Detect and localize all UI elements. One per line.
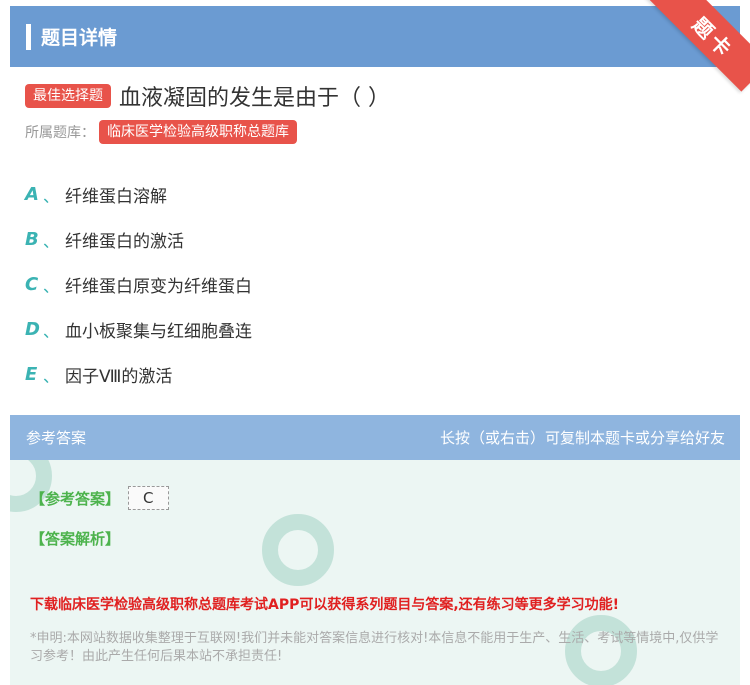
question-bank-row: 所属题库： 临床医学检验高级职称总题库 bbox=[25, 120, 297, 144]
option-text: 因子Ⅷ的激活 bbox=[65, 367, 173, 387]
option-text: 纤维蛋白溶解 bbox=[65, 187, 167, 207]
option-separator: 、 bbox=[43, 366, 60, 386]
options-list: A 、 纤维蛋白溶解 B 、 纤维蛋白的激活 C 、 纤维蛋白原变为纤维蛋白 D… bbox=[25, 172, 252, 397]
option-separator: 、 bbox=[43, 231, 60, 251]
option-letter: A bbox=[25, 184, 39, 205]
answer-section-header: 参考答案 长按（或右击）可复制本题卡或分享给好友 bbox=[10, 415, 740, 460]
question-text: 血液凝固的发生是由于（ ） bbox=[119, 86, 390, 111]
option-a[interactable]: A 、 纤维蛋白溶解 bbox=[25, 172, 252, 217]
option-letter: D bbox=[25, 319, 40, 340]
option-text: 纤维蛋白的激活 bbox=[65, 232, 184, 252]
option-b[interactable]: B 、 纤维蛋白的激活 bbox=[25, 217, 252, 262]
option-separator: 、 bbox=[43, 276, 60, 296]
option-separator: 、 bbox=[43, 186, 60, 206]
option-c[interactable]: C 、 纤维蛋白原变为纤维蛋白 bbox=[25, 262, 252, 307]
page-title: 题目详情 bbox=[41, 27, 118, 49]
option-d[interactable]: D 、 血小板聚集与红细胞叠连 bbox=[25, 307, 252, 352]
disclaimer-text: *申明:本网站数据收集整理于互联网!我们并未能对答案信息进行核对!本信息不能用于… bbox=[30, 631, 719, 664]
option-text: 纤维蛋白原变为纤维蛋白 bbox=[65, 277, 252, 297]
watermark-logo-icon bbox=[262, 514, 334, 586]
answer-section-title: 参考答案 bbox=[26, 429, 87, 447]
answer-line: 【参考答案】 C bbox=[30, 486, 169, 510]
option-letter: E bbox=[25, 364, 38, 385]
question-type-badge: 最佳选择题 bbox=[25, 84, 111, 108]
analysis-line: 【答案解析】 bbox=[30, 528, 120, 549]
page-header: 题目详情 bbox=[10, 6, 740, 67]
header-accent-bar bbox=[26, 23, 31, 50]
share-hint: 长按（或右击）可复制本题卡或分享给好友 bbox=[439, 429, 725, 447]
answer-label: 【参考答案】 bbox=[30, 489, 121, 508]
option-e[interactable]: E 、 因子Ⅷ的激活 bbox=[25, 352, 252, 397]
bank-label: 所属题库： bbox=[25, 125, 95, 141]
option-letter: B bbox=[25, 229, 39, 250]
question-row: 最佳选择题 血液凝固的发生是由于（ ） bbox=[25, 80, 390, 112]
answer-section-body: 【参考答案】 C 【答案解析】 下载临床医学检验高级职称总题库考试APP可以获得… bbox=[10, 460, 740, 685]
option-letter: C bbox=[25, 274, 39, 295]
bank-tag[interactable]: 临床医学检验高级职称总题库 bbox=[99, 120, 297, 144]
app-promo-text[interactable]: 下载临床医学检验高级职称总题库考试APP可以获得系列题目与答案,还有练习等更多学… bbox=[30, 594, 619, 614]
option-text: 血小板聚集与红细胞叠连 bbox=[65, 322, 252, 342]
analysis-label: 【答案解析】 bbox=[30, 530, 121, 548]
option-separator: 、 bbox=[43, 321, 60, 341]
answer-value: C bbox=[128, 486, 169, 510]
